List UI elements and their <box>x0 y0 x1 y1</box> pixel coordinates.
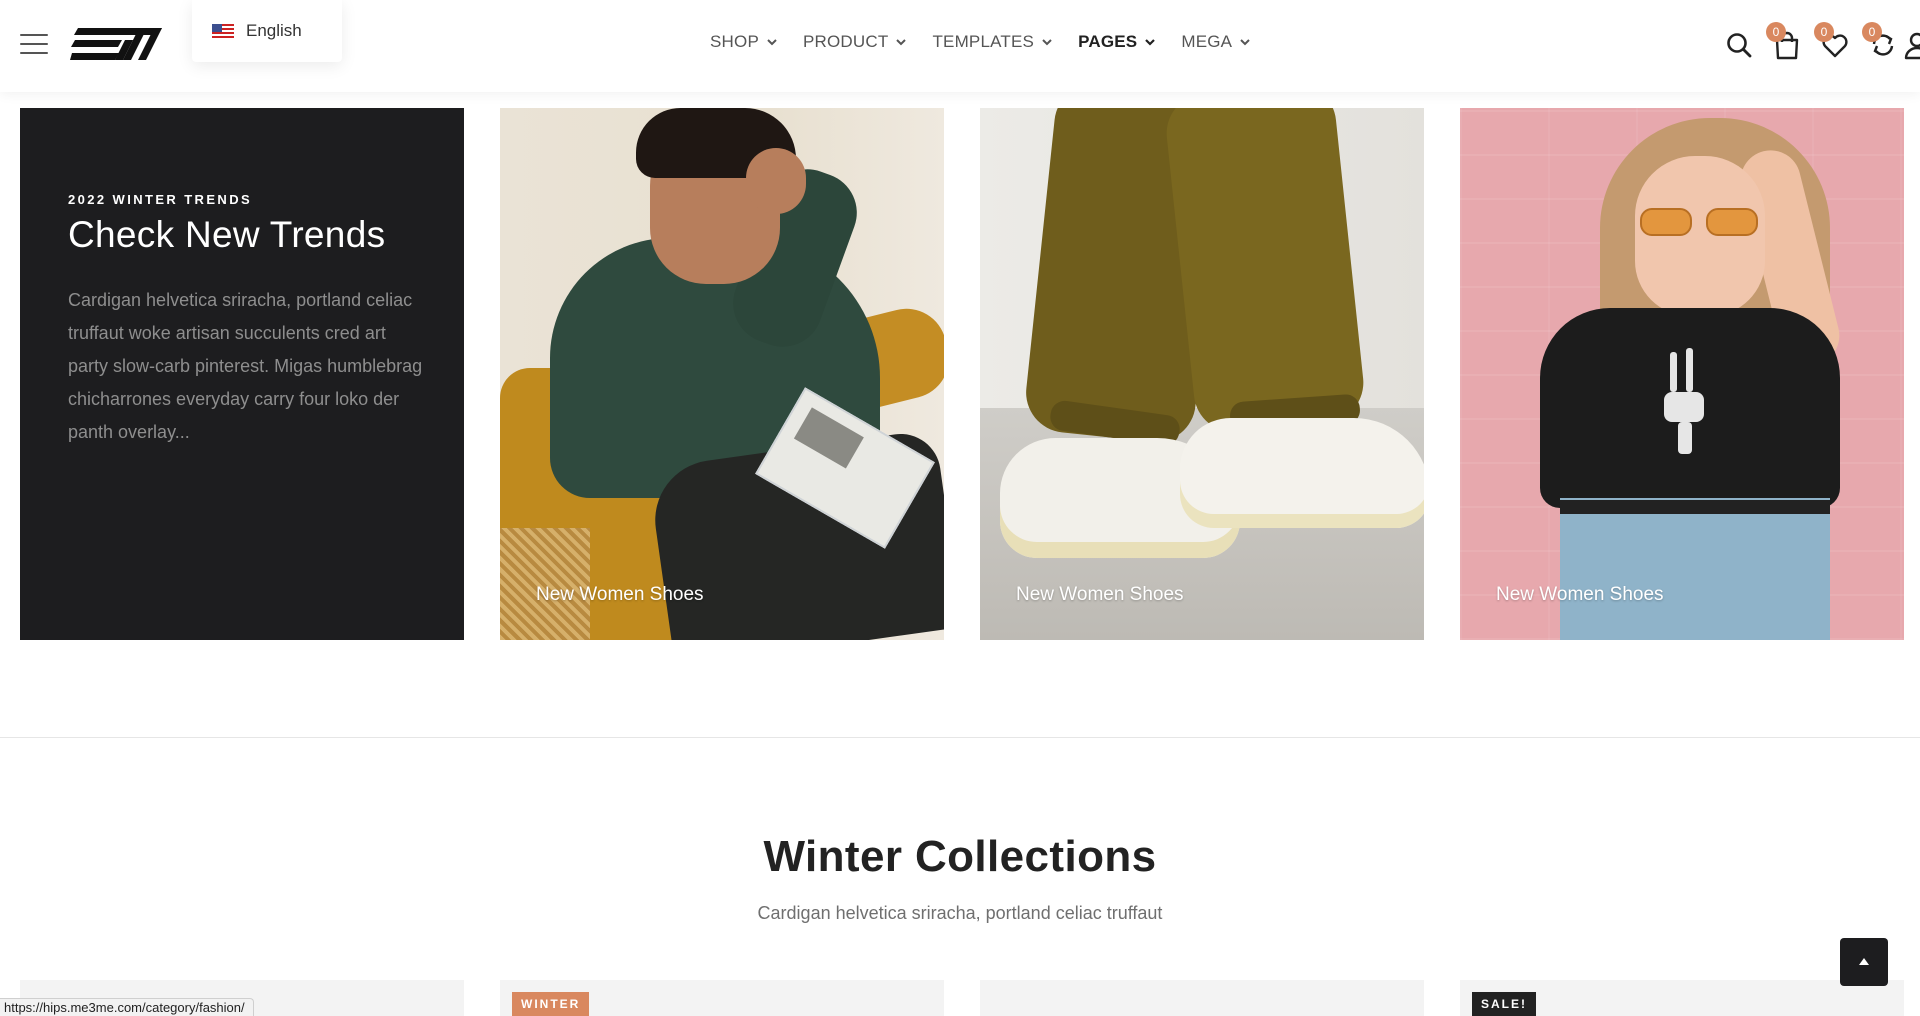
us-flag-icon <box>212 23 234 39</box>
trend-title[interactable]: Check New Trends <box>68 214 385 256</box>
wishlist-count-badge: 0 <box>1814 22 1834 42</box>
trend-kicker: 2022 WINTER TRENDS <box>68 192 253 207</box>
chevron-down-icon <box>1145 39 1156 46</box>
photo-jeans <box>1560 498 1830 640</box>
caret-up-icon <box>1859 958 1869 965</box>
nav-mega-label: MEGA <box>1181 32 1233 51</box>
category-card-label[interactable]: New Women Shoes <box>536 584 704 606</box>
photo-belt <box>1560 500 1830 514</box>
user-icon[interactable] <box>1902 30 1920 60</box>
menu-icon[interactable] <box>20 34 48 54</box>
nav-shop[interactable]: SHOP <box>710 32 779 52</box>
chevron-down-icon <box>1240 39 1250 46</box>
nav-product-label: PRODUCT <box>802 32 889 51</box>
trend-promo-card: 2022 WINTER TRENDS Check New Trends Card… <box>20 108 464 640</box>
photo-sunglasses <box>1640 208 1760 236</box>
product-card-2[interactable]: WINTER <box>500 980 944 1016</box>
category-card-label[interactable]: New Women Shoes <box>1496 584 1664 606</box>
nav-templates[interactable]: TEMPLATES <box>932 32 1054 52</box>
photo-face <box>1635 156 1765 316</box>
trend-description: Cardigan helvetica sriracha, portland ce… <box>68 290 423 442</box>
cart-count-badge: 0 <box>1766 22 1786 42</box>
section-divider <box>0 737 1920 738</box>
cart-button[interactable]: 0 <box>1766 22 1802 60</box>
section-title: Winter Collections <box>763 832 1157 881</box>
compare-count-badge: 0 <box>1862 22 1882 42</box>
product-card-4[interactable]: SALE! <box>1460 980 1904 1016</box>
compare-button[interactable]: 0 <box>1862 22 1898 60</box>
product-card-3[interactable] <box>980 980 1424 1016</box>
photo-hand <box>746 148 806 214</box>
main-nav: SHOP PRODUCT TEMPLATES PAGES MEGA <box>710 32 1276 52</box>
chevron-down-icon <box>1042 39 1052 46</box>
nav-mega[interactable]: MEGA <box>1181 32 1252 52</box>
status-bar-url: https://hips.me3me.com/category/fashion/ <box>0 998 254 1016</box>
product-tag-sale: SALE! <box>1472 992 1536 1016</box>
nav-templates-label: TEMPLATES <box>932 32 1035 51</box>
photo-leg-right <box>1162 108 1368 436</box>
site-header: English SHOP PRODUCT TEMPLATES PAGES MEG… <box>0 0 1920 92</box>
logo[interactable] <box>70 26 162 62</box>
category-card-3[interactable]: New Women Shoes <box>1460 108 1904 640</box>
header-actions: 0 0 0 <box>1680 22 1920 66</box>
chevron-down-icon <box>767 39 777 46</box>
photo-shoe-right <box>1180 418 1424 528</box>
product-tag-winter: WINTER <box>512 992 590 1016</box>
nav-product[interactable]: PRODUCT <box>803 32 908 52</box>
language-label: English <box>246 21 302 40</box>
search-icon[interactable] <box>1724 30 1754 60</box>
skeleton-hand-print <box>1664 348 1704 454</box>
nav-shop-label: SHOP <box>710 32 759 51</box>
category-card-2[interactable]: New Women Shoes <box>980 108 1424 640</box>
language-selector[interactable]: English <box>192 0 342 62</box>
back-to-top-button[interactable] <box>1840 938 1888 986</box>
category-card-label[interactable]: New Women Shoes <box>1016 584 1184 606</box>
category-card-1[interactable]: New Women Shoes <box>500 108 944 640</box>
chevron-down-icon <box>896 39 907 46</box>
nav-pages-label: PAGES <box>1078 32 1138 51</box>
nav-pages[interactable]: PAGES <box>1078 32 1157 52</box>
section-subtitle: Cardigan helvetica sriracha, portland ce… <box>757 903 1163 923</box>
wishlist-button[interactable]: 0 <box>1814 22 1850 60</box>
